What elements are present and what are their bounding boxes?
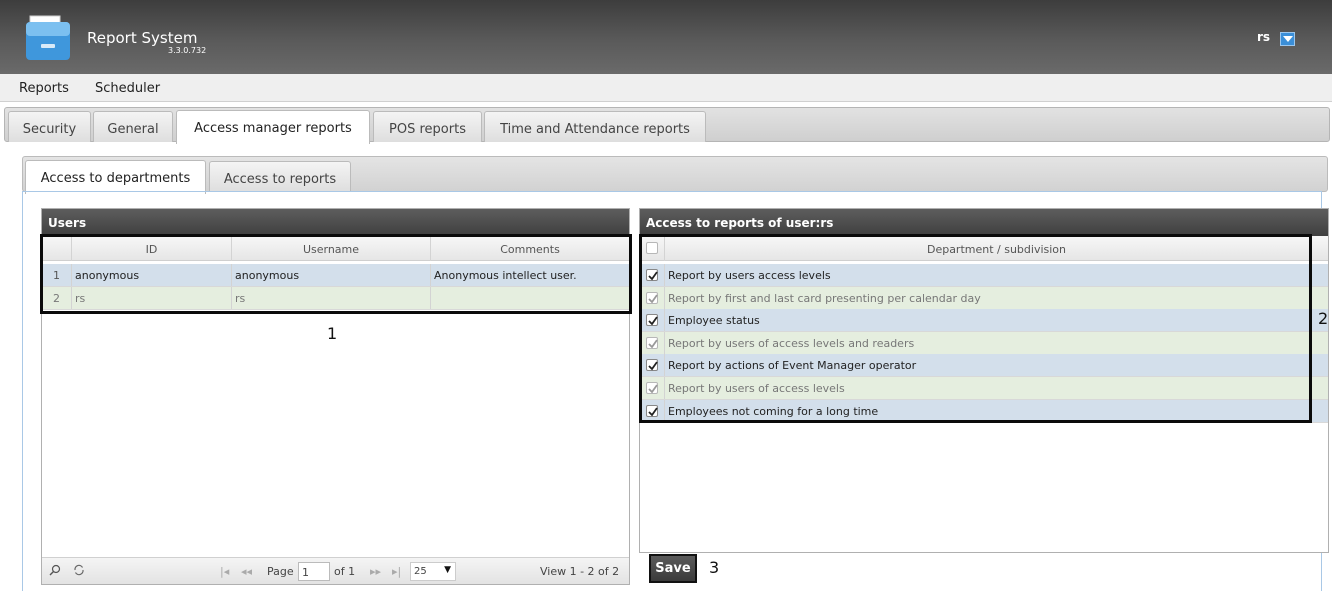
- table-row[interactable]: Report by users of access levels: [640, 377, 1328, 400]
- report-access-checkbox[interactable]: [646, 359, 658, 372]
- menu-reports[interactable]: Reports: [19, 81, 69, 96]
- users-pager: |◂ ◂◂ Page 1 of 1 ▸▸ ▸| 25 ▼ View 1 - 2 …: [42, 557, 629, 584]
- checkbox-cell: [640, 399, 665, 422]
- report-access-checkbox[interactable]: [646, 404, 658, 417]
- prev-page-icon[interactable]: ◂◂: [241, 565, 252, 578]
- next-page-icon[interactable]: ▸▸: [370, 565, 381, 578]
- tab-general[interactable]: General: [93, 111, 173, 142]
- checkbox-cell: [640, 354, 665, 377]
- view-records-text: View 1 - 2 of 2: [540, 565, 620, 578]
- report-access-checkbox[interactable]: [646, 291, 658, 304]
- username-cell: anonymous: [232, 264, 431, 286]
- comments-cell: [431, 287, 629, 309]
- table-row[interactable]: 2 rs rs: [42, 287, 629, 310]
- users-panel: Users ID Username Comments 1 anonymous a…: [41, 208, 630, 585]
- checkbox-cell: [640, 309, 665, 332]
- page-number-input[interactable]: 1: [298, 562, 330, 581]
- checkbox-cell: [640, 331, 665, 354]
- annotation-2: 2: [1318, 309, 1329, 328]
- tab-time-attendance-reports[interactable]: Time and Attendance reports: [484, 111, 706, 142]
- access-grid-header: Department / subdivision: [640, 236, 1328, 261]
- select-all-checkbox[interactable]: [646, 242, 658, 254]
- tab-pos-reports[interactable]: POS reports: [373, 111, 482, 142]
- department-column-header[interactable]: Department / subdivision: [665, 236, 1328, 261]
- annotation-3: 3: [709, 558, 720, 577]
- page-label: Page: [267, 565, 294, 578]
- chevron-down-icon: ▼: [444, 565, 451, 575]
- tab-access-manager-reports[interactable]: Access manager reports: [176, 110, 370, 144]
- report-name-cell: Report by users of access levels: [668, 382, 845, 395]
- search-icon[interactable]: [49, 564, 61, 579]
- comments-cell: Anonymous intellect user.: [434, 269, 577, 282]
- report-access-checkbox[interactable]: [646, 314, 658, 327]
- report-access-checkbox[interactable]: [646, 336, 658, 349]
- table-row[interactable]: Report by users of access levels and rea…: [640, 331, 1328, 355]
- select-all-column: [640, 236, 665, 261]
- users-panel-caption: Users: [42, 209, 629, 236]
- table-row[interactable]: Report by first and last card presenting…: [640, 286, 1328, 310]
- username-cell: rs: [232, 287, 431, 309]
- tab-security[interactable]: Security: [8, 111, 91, 142]
- user-id-cell: anonymous: [72, 264, 232, 286]
- table-row[interactable]: Employee status: [640, 309, 1328, 333]
- report-name-cell: Employees not coming for a long time: [668, 404, 879, 418]
- first-page-icon[interactable]: |◂: [220, 565, 229, 578]
- last-page-icon[interactable]: ▸|: [392, 565, 401, 578]
- report-name-cell: Report by first and last card presenting…: [668, 291, 981, 305]
- rownum-column-header: [42, 236, 72, 261]
- access-panel: Access to reports of user:rs Department …: [639, 208, 1329, 553]
- username-column-header[interactable]: Username: [232, 236, 431, 261]
- access-panel-caption: Access to reports of user:rs: [640, 209, 1328, 236]
- save-button[interactable]: Save: [649, 554, 697, 583]
- annotation-1: 1: [327, 324, 338, 343]
- row-number: 1: [42, 264, 72, 286]
- app-header: Report System 3.3.0.732 rs: [0, 0, 1332, 74]
- report-access-checkbox[interactable]: [646, 382, 658, 394]
- report-name-cell: Employee status: [668, 314, 760, 328]
- report-name-cell: Report by actions of Event Manager opera…: [668, 359, 917, 373]
- page-count-label: of 1: [334, 565, 356, 578]
- table-row[interactable]: Employees not coming for a long time: [640, 399, 1328, 423]
- report-access-checkbox[interactable]: [646, 269, 658, 281]
- checkbox-cell: [640, 286, 665, 309]
- rows-per-page-select[interactable]: 25 ▼: [410, 562, 456, 581]
- table-row[interactable]: Report by users access levels: [640, 264, 1328, 287]
- table-row[interactable]: Report by actions of Event Manager opera…: [640, 354, 1328, 378]
- tab-access-to-reports[interactable]: Access to reports: [209, 161, 351, 192]
- main-tab-bar: Security General Access manager reports …: [4, 107, 1330, 144]
- rows-per-page-value: 25: [414, 566, 427, 577]
- refresh-icon[interactable]: [73, 564, 85, 579]
- users-grid-header: ID Username Comments: [42, 236, 629, 261]
- menu-scheduler[interactable]: Scheduler: [95, 81, 160, 96]
- current-user[interactable]: rs: [1257, 30, 1270, 44]
- tab-access-to-departments[interactable]: Access to departments: [25, 160, 206, 194]
- row-number: 2: [42, 287, 72, 309]
- report-name-cell: Report by users access levels: [668, 269, 831, 282]
- table-row[interactable]: 1 anonymous anonymous Anonymous intellec…: [42, 264, 629, 287]
- checkbox-cell: [640, 264, 665, 286]
- checkbox-cell: [640, 377, 665, 399]
- comments-column-header[interactable]: Comments: [431, 236, 629, 261]
- report-name-cell: Report by users of access levels and rea…: [668, 336, 915, 350]
- sub-tab-bar: Access to departments Access to reports: [22, 156, 1328, 194]
- user-id-cell: rs: [72, 287, 232, 309]
- app-version: 3.3.0.732: [168, 46, 207, 55]
- menu-bar: Reports Scheduler: [0, 74, 1332, 102]
- app-title: Report System: [87, 29, 198, 47]
- folder-logo-icon: [24, 14, 72, 62]
- user-menu-dropdown-icon[interactable]: [1280, 32, 1295, 46]
- id-column-header[interactable]: ID: [72, 236, 232, 261]
